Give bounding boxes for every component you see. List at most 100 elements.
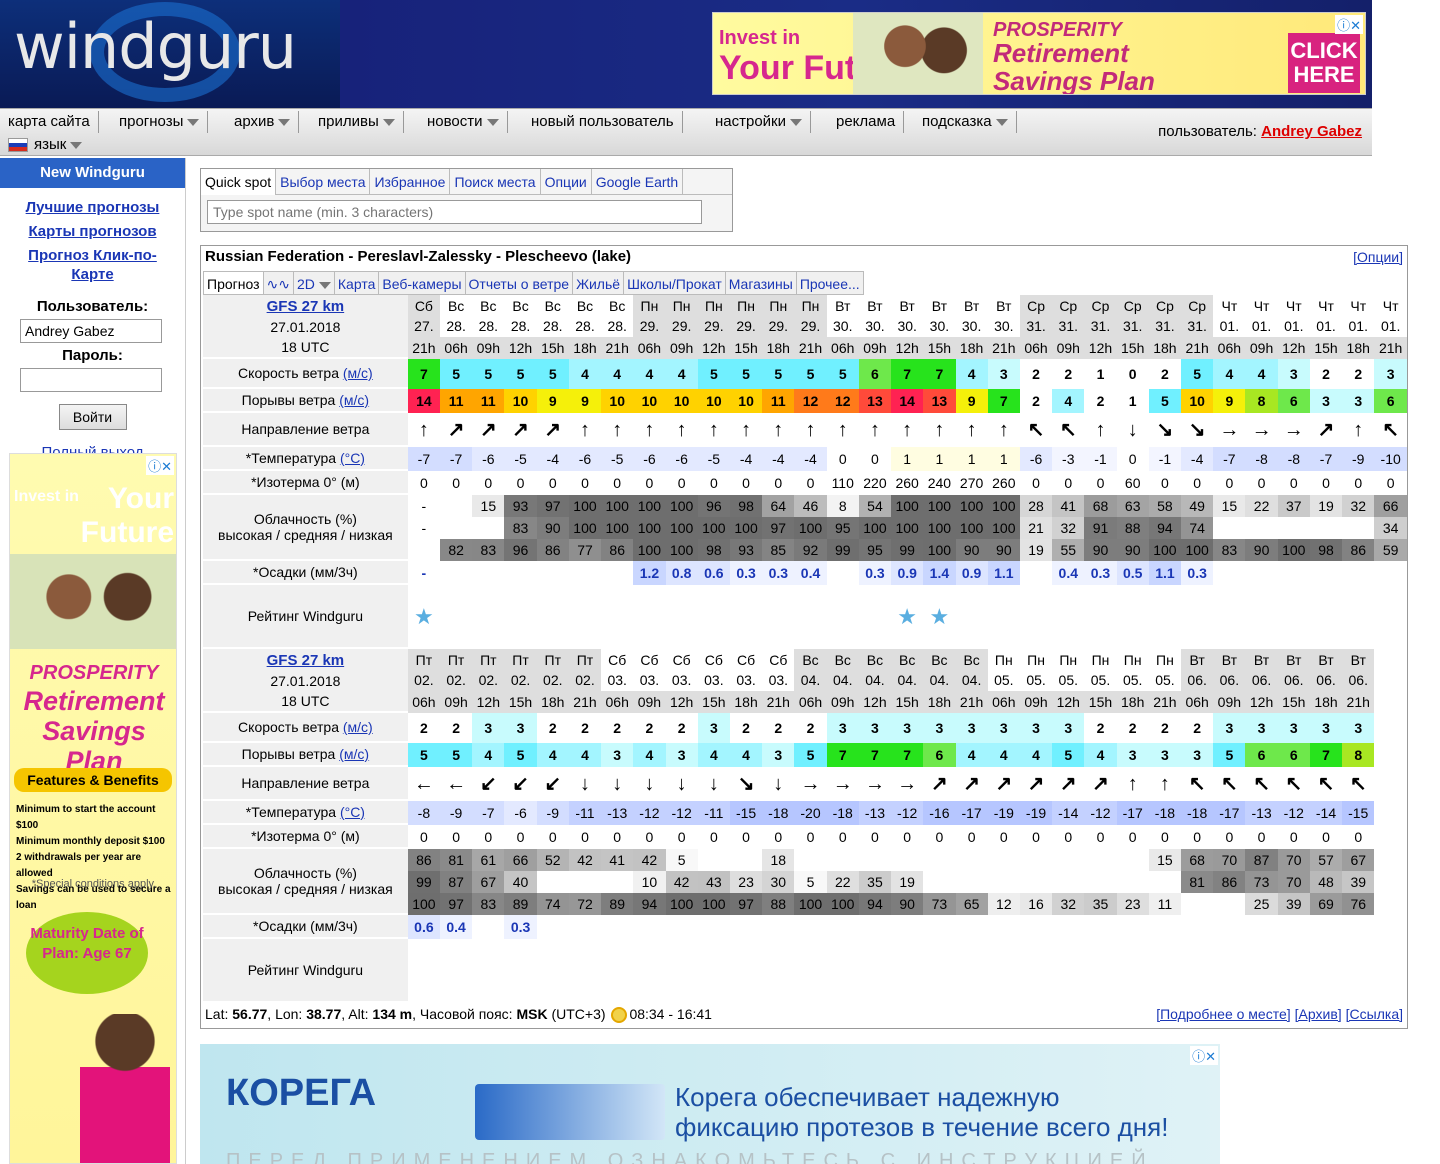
cloud-high-cell: 57 — [1309, 849, 1343, 871]
day-cell: Вс 28. — [440, 295, 473, 337]
model-link[interactable]: GFS 27 km — [267, 298, 345, 315]
tab-select-spot[interactable]: Выбор места — [276, 169, 371, 195]
user-name-link[interactable]: Andrey Gabez — [1261, 123, 1362, 140]
cloud-mid-cell — [440, 517, 473, 539]
permalink-link[interactable]: [Ссылка] — [1346, 1006, 1403, 1022]
hour-cell: 06h — [826, 337, 859, 359]
tab-google-earth[interactable]: Google Earth — [592, 169, 684, 195]
unit-link[interactable]: (°C) — [340, 804, 365, 820]
day-date: 01. — [1380, 318, 1401, 334]
menu-ads[interactable]: реклама — [828, 111, 905, 133]
cloud-mid-cell: 35 — [858, 871, 892, 893]
sidebar-link-best-forecasts[interactable]: Лучшие прогнозы — [8, 198, 177, 217]
menu-archive[interactable]: архив — [226, 111, 300, 133]
cloud-mid-cell: 30 — [762, 871, 795, 893]
iso-row: *Изотерма 0° (м) 0 0 0 0 0 0 0 0 0 0 0 0 0 110 220 260 24… — [203, 471, 1407, 495]
bottom-banner-ad[interactable]: ⓘ✕ КОРЕГА Корега обеспечивает надежную ф… — [200, 1044, 1220, 1164]
ad-close-icon[interactable]: ⓘ✕ — [1190, 1046, 1218, 1065]
day-date: 29. — [704, 318, 724, 334]
sidebar-link-click-map[interactable]: Прогноз Клик-по-Карте — [8, 246, 177, 284]
sidebar-link-forecast-maps[interactable]: Карты прогнозов — [8, 222, 177, 241]
menu-help[interactable]: подсказка — [914, 111, 1017, 133]
menu-settings[interactable]: настройки — [707, 111, 812, 133]
language-selector[interactable]: язык — [8, 136, 83, 153]
tab-quick-spot[interactable]: Quick spot — [201, 169, 277, 195]
spot-details-link[interactable]: [Подробнее о месте] — [1156, 1006, 1290, 1022]
logo[interactable]: windguru — [0, 0, 340, 108]
unit-link[interactable]: (м/с) — [343, 719, 373, 735]
label-text: Порывы ветра — [241, 746, 336, 762]
tab-options[interactable]: Опции — [541, 169, 592, 195]
day-date: 27. — [414, 318, 434, 334]
unit-link[interactable]: (м/с) — [339, 392, 369, 408]
rating-cell — [1310, 939, 1342, 1003]
unit-link[interactable]: (м/с) — [343, 365, 373, 381]
tab-schools[interactable]: Школы/Прокат — [624, 271, 726, 295]
username-input[interactable] — [20, 319, 162, 343]
prec-cell: 0.4 — [440, 915, 473, 939]
sidebar-title[interactable]: New Windguru — [0, 158, 185, 188]
rating-cell — [1213, 585, 1245, 649]
tab-favorites[interactable]: Избранное — [370, 169, 451, 195]
hour-cell: 21h — [407, 337, 440, 359]
options-link[interactable]: [Опции] — [1353, 249, 1403, 265]
tz-label: Часовой пояс: — [419, 1006, 513, 1022]
temp-cell: -8 — [1245, 447, 1278, 471]
ad-close-icon[interactable]: ⓘ✕ — [1335, 15, 1363, 34]
tab-forecast[interactable]: Прогноз — [203, 271, 264, 295]
top-banner-ad[interactable]: Invest in Your Future PROSPERITY Retirem… — [712, 12, 1366, 95]
tab-webcams[interactable]: Веб-камеры — [379, 271, 466, 295]
sidebar-ad[interactable]: ⓘ✕ Invest in Your Future PROSPERITY Reti… — [9, 453, 177, 1164]
tab-map[interactable]: Карта — [334, 271, 380, 295]
gust-cell: 4 — [987, 743, 1020, 767]
hour-cell: 12h — [665, 691, 698, 713]
rating-cell — [827, 939, 859, 1003]
wind-arrow-icon: ↘ — [737, 773, 755, 795]
gust-cell: 12 — [794, 389, 827, 413]
main-menu: карта сайта прогнозы архив приливы новос… — [0, 108, 1372, 156]
speed-cell: 2 — [568, 713, 602, 743]
day-name: Вт — [963, 298, 980, 314]
day-date: 03. — [607, 672, 627, 688]
tab-graph[interactable]: ∿∿ — [263, 271, 294, 295]
ad-click-button[interactable]: CLICK HERE — [1288, 33, 1360, 93]
cloud-mid-cell — [1148, 871, 1182, 893]
ad-close-icon[interactable]: ⓘ✕ — [146, 456, 174, 475]
prec-cell — [1084, 915, 1117, 939]
ad-prosperity-text: PROSPERITY — [29, 662, 159, 684]
tab-2d[interactable]: 2D — [294, 271, 335, 295]
spot-search-input[interactable] — [207, 200, 702, 224]
tab-shops[interactable]: Магазины — [725, 271, 797, 295]
hour-cell: 21h — [601, 337, 634, 359]
tab-other[interactable]: Прочее... — [796, 271, 864, 295]
menu-news[interactable]: новости — [419, 111, 508, 133]
tab-spot-search[interactable]: Поиск места — [450, 169, 541, 195]
gust-cell: 9 — [568, 389, 602, 413]
unit-link[interactable]: (°C) — [340, 450, 365, 466]
logo-text: windguru — [14, 10, 297, 83]
password-input[interactable] — [20, 368, 162, 392]
menu-sitemap[interactable]: карта сайта — [0, 111, 99, 133]
tab-wind-reports[interactable]: Отчеты о ветре — [465, 271, 574, 295]
menu-tides[interactable]: приливы — [310, 111, 404, 133]
unit-link[interactable]: (м/с) — [339, 746, 369, 762]
rating-cell — [859, 939, 891, 1003]
speed-cell: 3 — [955, 713, 988, 743]
archive-link[interactable]: [Архив] — [1295, 1006, 1342, 1022]
login-button[interactable]: Войти — [58, 404, 127, 430]
day-name: Сб — [608, 652, 627, 668]
model-link[interactable]: GFS 27 km — [267, 652, 345, 669]
day-name: Пн — [1091, 652, 1110, 668]
menu-forecasts[interactable]: прогнозы — [111, 111, 209, 133]
cloud-low-cell: 100 — [665, 539, 698, 561]
model-info: GFS 27 km 27.01.2018 18 UTC — [203, 295, 408, 359]
day-cell: Чт 01. — [1309, 295, 1343, 337]
speed-cell: 2 — [729, 713, 763, 743]
menu-new-user[interactable]: новый пользователь — [523, 111, 683, 133]
hour-cell: 15h — [923, 337, 956, 359]
graph-icon: ∿∿ — [266, 276, 290, 292]
cloud-high-cell: 42 — [568, 849, 602, 871]
cloud-low-cell: 98 — [697, 539, 730, 561]
tab-accommodation[interactable]: Жильё — [573, 271, 625, 295]
rating-cell — [859, 585, 891, 649]
